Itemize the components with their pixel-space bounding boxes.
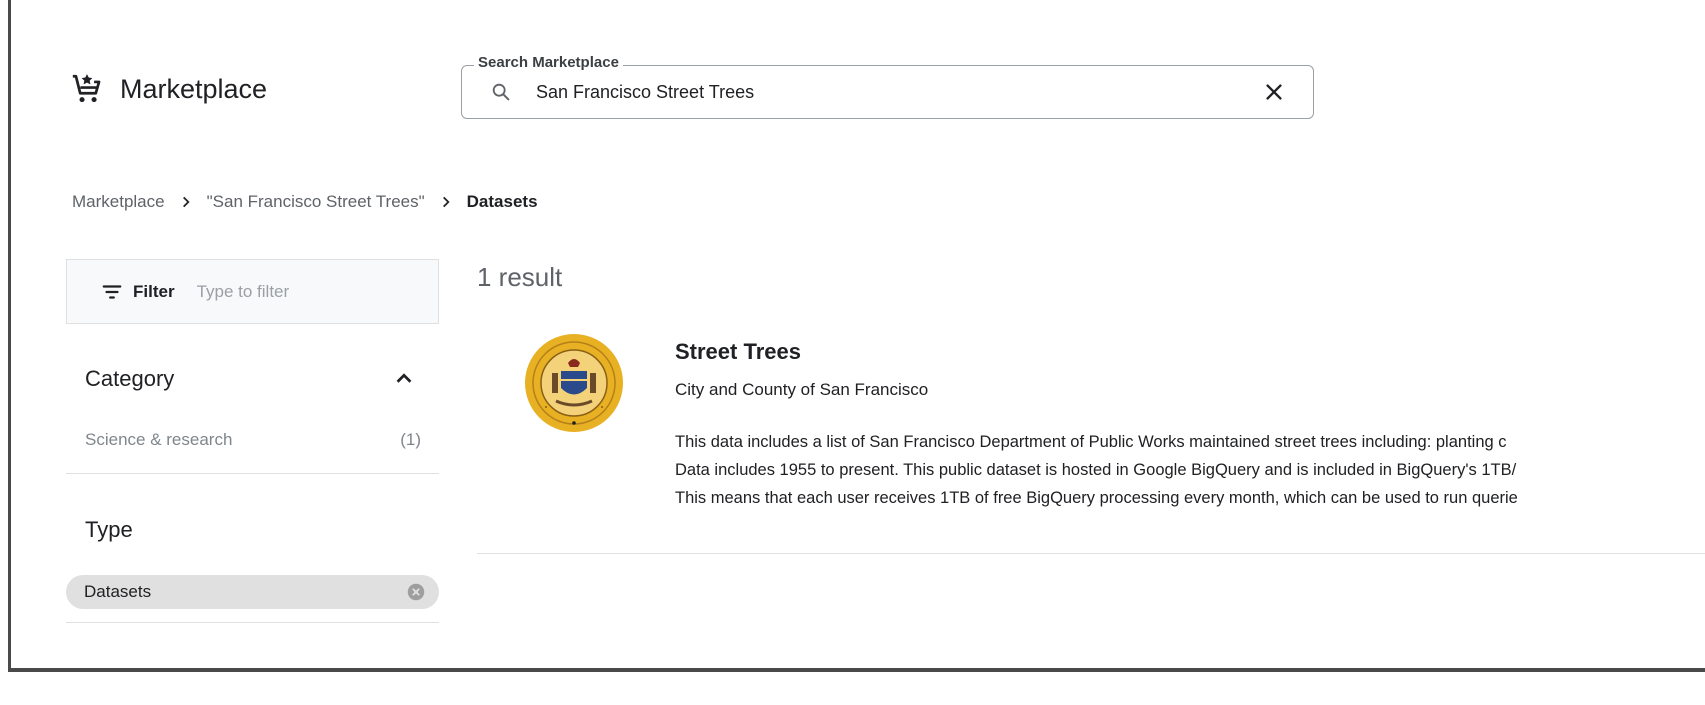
chevron-right-icon <box>182 196 190 208</box>
breadcrumb-search[interactable]: "San Francisco Street Trees" <box>207 192 425 212</box>
divider <box>477 553 1705 554</box>
result-description: This data includes a list of San Francis… <box>675 428 1705 512</box>
chevron-right-icon <box>442 196 450 208</box>
divider <box>66 622 439 623</box>
filter-bar[interactable]: Filter <box>66 259 439 324</box>
result-title[interactable]: Street Trees <box>675 339 801 365</box>
description-line: Data includes 1955 to present. This publ… <box>675 461 1517 479</box>
marketplace-cart-icon <box>72 74 101 103</box>
filter-label: Filter <box>133 281 175 301</box>
results-count: 1 result <box>477 262 563 292</box>
filter-input[interactable] <box>194 280 419 303</box>
breadcrumb: Marketplace "San Francisco Street Trees"… <box>72 192 538 212</box>
search-icon <box>492 83 510 101</box>
description-line: This data includes a list of San Francis… <box>675 433 1507 451</box>
type-chip-datasets[interactable]: Datasets <box>66 575 439 609</box>
close-icon[interactable] <box>1263 81 1285 103</box>
app-title: Marketplace <box>120 73 268 104</box>
chip-label: Datasets <box>84 582 152 601</box>
category-item-science[interactable]: Science & research (1) <box>85 430 421 450</box>
category-item-label: Science & research <box>85 430 233 449</box>
divider <box>66 473 439 474</box>
search-box[interactable]: Search Marketplace <box>461 54 1314 119</box>
chevron-up-icon[interactable] <box>393 368 415 390</box>
description-line: This means that each user receives 1TB o… <box>675 489 1518 507</box>
result-publisher: City and County of San Francisco <box>675 380 929 399</box>
breadcrumb-marketplace[interactable]: Marketplace <box>72 192 165 212</box>
type-title: Type <box>85 517 133 542</box>
category-item-count: (1) <box>400 430 421 449</box>
brand[interactable]: Marketplace <box>70 72 267 106</box>
cancel-icon[interactable] <box>405 581 427 603</box>
search-label: Search Marketplace <box>474 54 623 71</box>
category-title: Category <box>85 366 175 391</box>
breadcrumb-current: Datasets <box>466 192 538 211</box>
category-header[interactable]: Category <box>85 366 415 392</box>
filter-icon <box>102 284 122 299</box>
search-input[interactable] <box>534 80 1263 104</box>
san-francisco-seal[interactable] <box>524 333 624 433</box>
